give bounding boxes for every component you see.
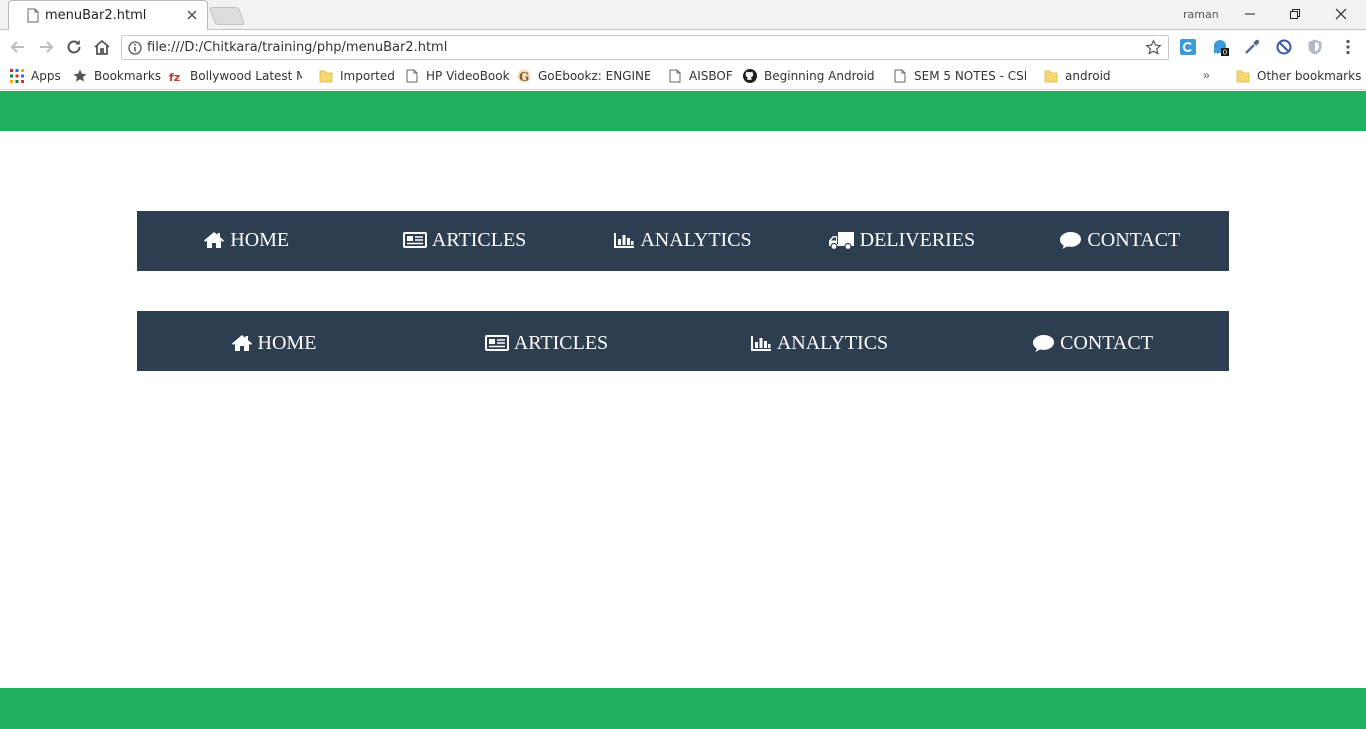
folder-icon: [1044, 70, 1058, 83]
menu-bar-secondary: HOME ARTICLES ANALYTICS CONTACT: [137, 311, 1229, 371]
menu2-item-home[interactable]: HOME: [137, 311, 410, 371]
folder-icon: [319, 70, 333, 83]
profile-name[interactable]: raman: [1183, 8, 1219, 21]
menu1-item-articles[interactable]: ARTICLES: [355, 211, 573, 271]
menu2-label-articles: ARTICLES: [513, 331, 609, 354]
page-icon: [27, 8, 39, 23]
github-icon: [743, 69, 757, 83]
g-icon: G: [517, 69, 531, 83]
menu-dots-icon[interactable]: [1339, 38, 1357, 56]
folder-icon: [1236, 70, 1250, 83]
restore-icon: [1290, 9, 1300, 19]
menu-bar-primary: HOME ARTICLES ANALYTICS DELIVERIES CONTA…: [137, 211, 1229, 271]
bookmark-aisbof[interactable]: AISBOF: [668, 69, 733, 85]
eyedropper-icon[interactable]: [1243, 38, 1261, 56]
menu1-item-home[interactable]: HOME: [137, 211, 355, 271]
bookmark-hp-videobook[interactable]: HP VideoBook: [405, 69, 510, 85]
close-window-button[interactable]: [1318, 0, 1364, 30]
tab-strip: menuBar2.html raman: [0, 0, 1366, 30]
address-bar[interactable]: file:///D:/Chitkara/training/php/menuBar…: [121, 35, 1169, 60]
svg-text:G: G: [519, 70, 529, 83]
bookmark-apps[interactable]: Apps: [10, 69, 61, 85]
forward-arrow-icon[interactable]: [36, 37, 56, 57]
bookmark-bookmarks[interactable]: Bookmarks: [73, 69, 161, 85]
menu2-label-contact: CONTACT: [1060, 331, 1153, 354]
menu2-item-contact[interactable]: CONTACT: [956, 311, 1229, 371]
menu2-label-analytics: ANALYTICS: [776, 331, 889, 354]
minimize-button[interactable]: [1227, 0, 1273, 30]
menu1-item-deliveries[interactable]: DELIVERIES: [792, 211, 1010, 271]
new-tab-button[interactable]: [208, 7, 246, 25]
bar-chart-icon: [750, 336, 771, 351]
bookmark-bollywood[interactable]: fz Bollywood Latest Mo: [169, 69, 302, 85]
bookmark-beginning-android[interactable]: Beginning Android R: [743, 69, 876, 85]
reload-icon[interactable]: [64, 37, 84, 57]
url-text[interactable]: file:///D:/Chitkara/training/php/menuBar…: [147, 40, 447, 55]
home-icon: [231, 335, 252, 351]
menu1-item-contact[interactable]: CONTACT: [1011, 211, 1229, 271]
extension-c-icon[interactable]: [1179, 38, 1197, 56]
star-icon: [73, 69, 87, 82]
home-icon[interactable]: [92, 37, 112, 57]
minimize-icon: [1245, 13, 1255, 15]
menu1-label-analytics: ANALYTICS: [640, 228, 752, 251]
restore-button[interactable]: [1272, 0, 1318, 30]
apps-grid-icon: [10, 69, 24, 83]
close-tab-icon[interactable]: [185, 8, 199, 22]
back-arrow-icon[interactable]: [8, 37, 28, 57]
menu1-label-deliveries: DELIVERIES: [859, 228, 976, 251]
bookmarks-bar: Apps Bookmarks fz Bollywood Latest Mo Im…: [0, 64, 1366, 90]
menu2-item-analytics[interactable]: ANALYTICS: [683, 311, 956, 371]
page-icon: [406, 69, 418, 83]
bar-chart-icon: [614, 233, 635, 248]
extension-badge: 0: [1223, 49, 1227, 57]
menu2-item-articles[interactable]: ARTICLES: [410, 311, 683, 371]
home-icon: [204, 232, 225, 248]
menu1-item-analytics[interactable]: ANALYTICS: [574, 211, 792, 271]
newspaper-icon: [402, 232, 427, 248]
browser-tab[interactable]: menuBar2.html: [8, 0, 208, 30]
menu1-label-contact: CONTACT: [1087, 228, 1181, 251]
header-band: [0, 91, 1366, 131]
bookmark-imported[interactable]: Imported: [319, 69, 395, 85]
other-bookmarks[interactable]: Other bookmarks: [1236, 69, 1361, 85]
tab-title: menuBar2.html: [45, 8, 147, 23]
newspaper-icon: [484, 335, 509, 351]
comment-icon: [1060, 231, 1082, 249]
bookmark-star-icon[interactable]: [1145, 39, 1162, 56]
comment-icon: [1033, 334, 1055, 352]
extension-ghost-icon[interactable]: 0: [1211, 38, 1229, 56]
menu2-label-home: HOME: [257, 331, 317, 354]
bookmark-sem5-notes[interactable]: SEM 5 NOTES - CSE T: [893, 69, 1026, 85]
menu1-label-home: HOME: [230, 228, 290, 251]
footer-band: [0, 688, 1366, 729]
bookmark-android[interactable]: android: [1044, 69, 1111, 85]
truck-icon: [828, 231, 854, 250]
fz-icon: fz: [169, 71, 180, 83]
info-icon[interactable]: [128, 41, 142, 55]
bookmarks-overflow-button[interactable]: »: [1203, 68, 1210, 82]
block-icon[interactable]: [1275, 38, 1293, 56]
bookmark-goebookz[interactable]: G GoEbookz: ENGINEER: [517, 69, 650, 85]
close-icon: [1335, 8, 1347, 20]
menu1-label-articles: ARTICLES: [431, 228, 527, 251]
page-icon: [894, 69, 906, 83]
page-icon: [669, 69, 681, 83]
svg-text:fz: fz: [169, 71, 180, 83]
shield-icon[interactable]: [1306, 38, 1324, 56]
